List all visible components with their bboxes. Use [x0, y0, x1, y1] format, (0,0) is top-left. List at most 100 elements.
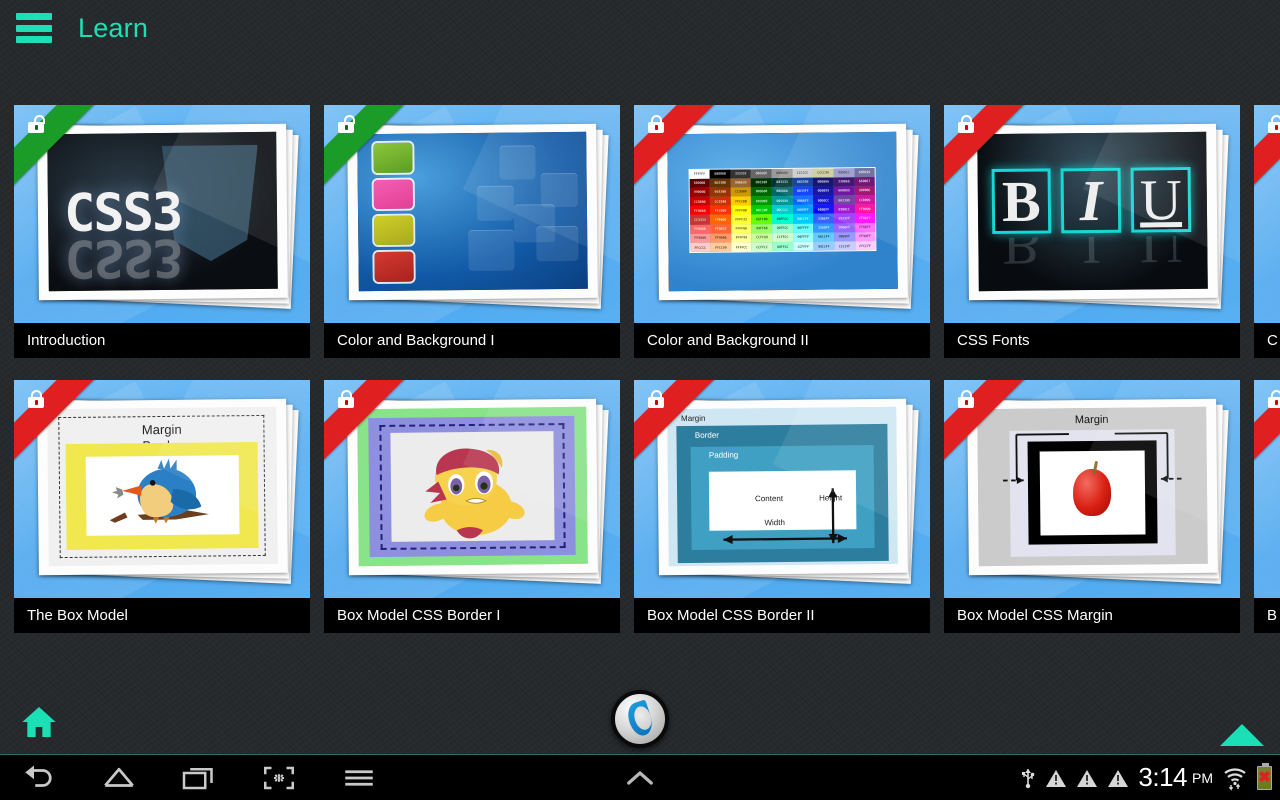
lesson-thumbnail: CSS3 CSS3 [14, 105, 310, 323]
photo-stack [346, 123, 608, 309]
margin-arrows [1002, 432, 1182, 485]
hex-color-cell: FFCCCC [689, 243, 711, 253]
screenshot-icon[interactable] [258, 763, 300, 793]
hex-color-cell: FF00FF [854, 213, 875, 224]
lock-ribbon [1254, 380, 1280, 462]
lesson-card-css-fonts[interactable]: B I U B I U CSS Fonts [944, 105, 1240, 358]
lesson-card-color-background-1[interactable]: Color and Background I [324, 105, 620, 358]
hex-color-cell: FFCC99 [710, 242, 731, 253]
lesson-thumbnail [1254, 105, 1280, 323]
hex-color-cell: CCCCCC [791, 168, 813, 178]
warning-triangle-icon [1077, 769, 1098, 787]
hex-color-cell: CCFFFF [792, 242, 814, 252]
hex-color-cell: 99FFCC [771, 242, 793, 252]
lesson-thumbnail: B I U B I U [944, 105, 1240, 323]
lesson-card-introduction[interactable]: CSS3 CSS3 Introduction [14, 105, 310, 358]
lock-icon [1268, 390, 1280, 408]
home-icon-glyph [22, 707, 56, 737]
lesson-thumbnail: Margin Border Padding Content Height Wid… [634, 380, 930, 598]
nav-button-group [18, 763, 380, 793]
hex-color-cell: 9900CC [833, 204, 855, 215]
css3-logo-art: CSS3 CSS3 [46, 132, 278, 292]
lesson-title: The Box Model [14, 598, 310, 633]
recent-apps-icon[interactable] [178, 763, 220, 793]
hex-color-cell: 0033FF [792, 186, 813, 197]
hex-color-cell: 0000CC [812, 195, 834, 206]
lock-icon [1268, 115, 1280, 133]
italic-letter: I [1079, 168, 1103, 234]
margin-label: Margin [141, 422, 182, 438]
hamburger-menu-icon[interactable] [16, 13, 52, 43]
hex-color-cell: 663399 [833, 195, 855, 206]
photo-stack: Margin Border [36, 398, 298, 584]
hex-color-cell: FFCCFF [854, 241, 876, 251]
lesson-title: Box Model CSS Border II [634, 598, 930, 633]
hex-color-cell: 003399 [791, 177, 813, 188]
hex-color-table-art: FFFFFF 000000 333333 666666 999999 CCCCCC CCCC… [666, 132, 898, 292]
lesson-grid: CSS3 CSS3 Introduction Color and Backgro… [14, 105, 1280, 640]
hex-color-cell: 000066 [812, 177, 834, 187]
bold-italic-underline-art: B I U B I U [976, 132, 1208, 292]
pony-illustration [423, 449, 525, 540]
lesson-title: Box Model CSS Margin [944, 598, 1240, 633]
lesson-card-box-model-margin[interactable]: Margin Box Model CSS Margin [944, 380, 1240, 633]
usb-icon [1022, 768, 1035, 788]
kingfisher-bird-illustration [108, 459, 209, 525]
hex-color-cell: 9933FF [833, 214, 855, 224]
status-meridiem: PM [1192, 769, 1213, 786]
menu-icon[interactable] [338, 763, 380, 793]
app-header: Learn [0, 0, 1280, 56]
scroll-up-arrow-icon[interactable] [1220, 724, 1264, 746]
lesson-thumbnail: FFFFFF 000000 333333 666666 999999 CCCCCC CCCC… [634, 105, 930, 323]
lesson-title: Box Model CSS Border I [324, 598, 620, 633]
system-navigation-bar: 3:14 PM ✖ [0, 755, 1280, 800]
hex-color-cell: 0000FF [812, 205, 834, 215]
hex-color-cell: CCCCFF [833, 241, 855, 252]
lesson-card-box-model-border-2[interactable]: Margin Border Padding Content Height Wid… [634, 380, 930, 633]
home-outline-icon[interactable] [98, 763, 140, 793]
hex-color-cell: 660067 [853, 177, 875, 187]
lesson-thumbnail [324, 380, 620, 598]
photo-stack [346, 398, 608, 584]
lesson-card-partial-row2[interactable]: B [1254, 380, 1280, 633]
lesson-title: CSS Fonts [944, 323, 1240, 358]
status-bar: 3:14 PM ✖ [1020, 755, 1272, 800]
apple-margin-art: Margin [976, 407, 1208, 567]
lesson-thumbnail: Margin [944, 380, 1240, 598]
bold-letter: B [1001, 168, 1041, 235]
lesson-title: Color and Background II [634, 323, 930, 358]
lesson-card-color-background-2[interactable]: FFFFFF 000000 333333 666666 999999 CCCCCC CCCC… [634, 105, 930, 358]
underline-letter: U [1139, 167, 1182, 233]
lesson-title: B [1254, 598, 1280, 633]
app-root: Learn CSS3 CSS3 Introduction Color and B… [0, 0, 1280, 800]
css3-logo-reflection: CSS3 [63, 227, 182, 289]
status-clock: 3:14 [1138, 762, 1187, 792]
page-title: Learn [78, 12, 149, 43]
back-arrow-icon[interactable] [18, 763, 60, 793]
hex-color-cell: FF66FF [854, 223, 875, 233]
lesson-card-the-box-model[interactable]: Margin Border The Box Model [14, 380, 310, 633]
lesson-card-partial-row1[interactable]: C [1254, 105, 1280, 358]
lesson-title: Color and Background I [324, 323, 620, 358]
warning-triangle-icon [1108, 769, 1129, 787]
lesson-card-box-model-border-1[interactable]: Box Model CSS Border I [324, 380, 620, 633]
photo-stack: B I U B I U [966, 123, 1228, 309]
hex-color-cell: 990066 [853, 186, 875, 196]
app-logo-icon[interactable] [611, 690, 669, 748]
lesson-title: Introduction [14, 323, 310, 358]
lesson-thumbnail [324, 105, 620, 323]
home-icon[interactable] [18, 702, 60, 742]
pony-border-art [356, 407, 588, 567]
hex-color-cell: 000099 [812, 186, 834, 197]
hex-color-cell: 660099 [833, 186, 854, 196]
hex-color-table: FFFFFF 000000 333333 666666 999999 CCCCCC CCCC… [687, 166, 877, 254]
hex-color-cell: CC0099 [853, 195, 875, 205]
photo-stack: FFFFFF 000000 333333 666666 999999 CCCCCC CCCC… [656, 123, 918, 309]
hex-color-cell: FFFFCC [730, 242, 752, 253]
warning-triangle-icon [1046, 769, 1067, 787]
lesson-row: CSS3 CSS3 Introduction Color and Backgro… [14, 105, 1280, 358]
photo-stack: Margin [966, 398, 1228, 584]
chevron-up-icon[interactable] [617, 763, 663, 793]
lesson-row: Margin Border The Box Model Box Model CS… [14, 380, 1280, 633]
hex-color-cell: 99CCFF [813, 241, 834, 252]
